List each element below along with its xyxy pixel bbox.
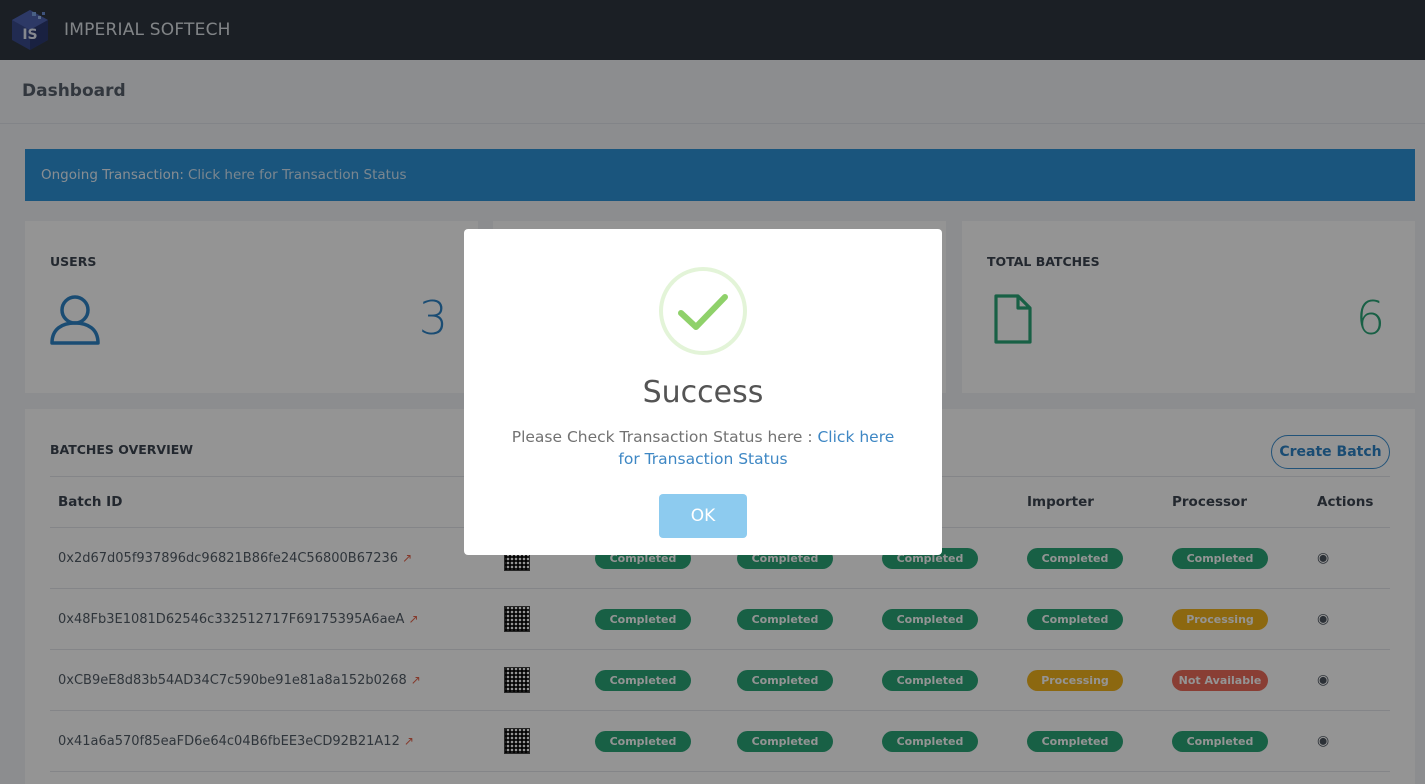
success-modal: Success Please Check Transaction Status … [464,229,942,555]
success-check-icon [659,267,747,355]
ok-button[interactable]: OK [659,494,747,538]
modal-message: Please Check Transaction Status here : C… [504,426,902,470]
modal-message-text: Please Check Transaction Status here : [511,428,813,446]
modal-title: Success [642,375,764,410]
